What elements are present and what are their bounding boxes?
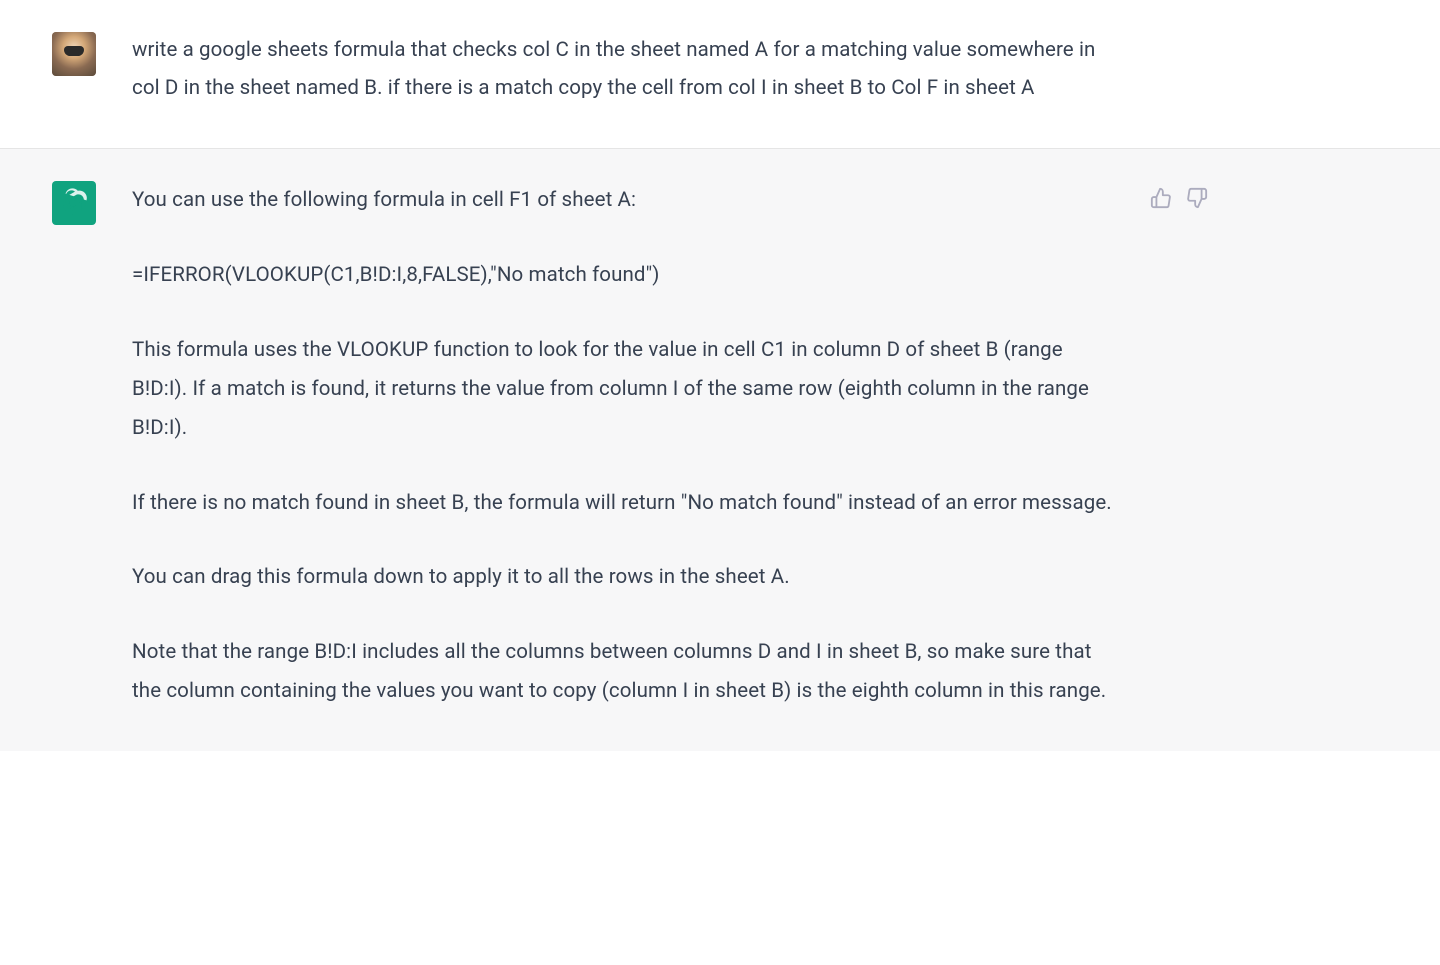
assistant-paragraph: You can drag this formula down to apply … <box>132 558 1112 597</box>
assistant-paragraph: If there is no match found in sheet B, t… <box>132 484 1112 523</box>
assistant-logo-icon <box>59 188 89 218</box>
assistant-paragraph: You can use the following formula in cel… <box>132 181 1112 220</box>
assistant-message-content: You can use the following formula in cel… <box>132 181 1112 711</box>
thumbs-down-icon <box>1186 187 1208 209</box>
thumbs-up-button[interactable] <box>1148 185 1174 211</box>
user-message-content: write a google sheets formula that check… <box>132 32 1112 108</box>
user-avatar <box>52 32 96 76</box>
assistant-paragraph: =IFERROR(VLOOKUP(C1,B!D:I,8,FALSE),"No m… <box>132 256 1112 295</box>
assistant-paragraph: This formula uses the VLOOKUP function t… <box>132 331 1112 448</box>
message-actions <box>1148 181 1210 211</box>
thumbs-down-button[interactable] <box>1184 185 1210 211</box>
user-message-text: write a google sheets formula that check… <box>132 32 1112 108</box>
assistant-avatar <box>52 181 96 225</box>
thumbs-up-icon <box>1150 187 1172 209</box>
user-message-block: write a google sheets formula that check… <box>0 0 1440 149</box>
assistant-message-block: You can use the following formula in cel… <box>0 149 1440 751</box>
assistant-paragraph: Note that the range B!D:I includes all t… <box>132 633 1112 711</box>
